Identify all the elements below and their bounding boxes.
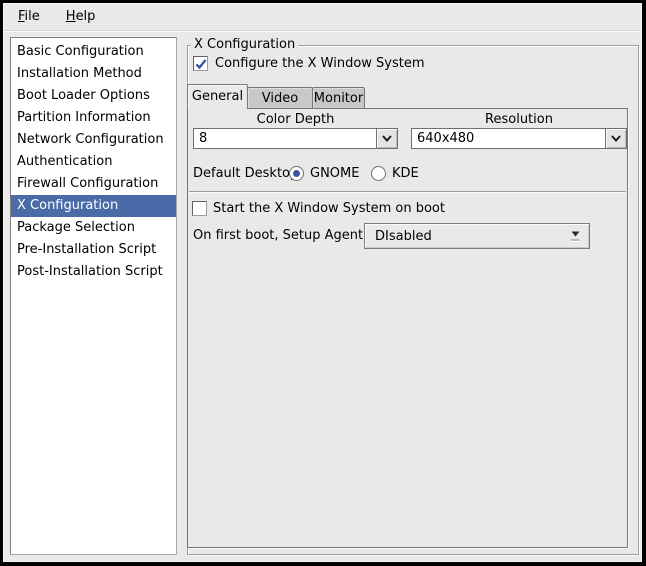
gnome-radio[interactable]: [289, 166, 304, 181]
menu-help-label: elp: [76, 9, 96, 24]
menu-help[interactable]: Help: [58, 6, 104, 27]
setup-agent-label: On first boot, Setup Agent is:: [193, 227, 382, 244]
chevron-down-icon: [382, 135, 392, 142]
menu-help-mnemonic: H: [66, 9, 76, 24]
resolution-label: Resolution: [411, 112, 627, 128]
color-depth-label: Color Depth: [193, 112, 398, 128]
menu-bar: File Help: [4, 3, 641, 31]
sidebar-item-authentication[interactable]: Authentication: [11, 151, 176, 173]
sidebar-item-basic-configuration[interactable]: Basic Configuration: [11, 41, 176, 63]
color-depth-dropdown-button[interactable]: [376, 128, 398, 149]
general-tab-page: Color Depth Resolution 8 640x480 Default…: [187, 108, 628, 548]
resolution-combo: 640x480: [411, 128, 627, 149]
color-depth-combo: 8: [193, 128, 398, 149]
tab-general[interactable]: General: [187, 84, 248, 109]
kde-radio[interactable]: [371, 166, 386, 181]
frame-title: X Configuration: [191, 37, 298, 53]
resolution-dropdown-button[interactable]: [605, 128, 627, 149]
configure-x-checkbox-label: Configure the X Window System: [215, 55, 425, 72]
sidebar-item-package-selection[interactable]: Package Selection: [11, 217, 176, 239]
kde-radio-label[interactable]: KDE: [392, 165, 419, 182]
sidebar-item-network-configuration[interactable]: Network Configuration: [11, 129, 176, 151]
sidebar-item-partition-information[interactable]: Partition Information: [11, 107, 176, 129]
sidebar-item-installation-method[interactable]: Installation Method: [11, 63, 176, 85]
sidebar-item-firewall-configuration[interactable]: Firewall Configuration: [11, 173, 176, 195]
sidebar-item-post-installation-script[interactable]: Post-Installation Script: [11, 261, 176, 283]
menu-file[interactable]: File: [10, 6, 48, 27]
tab-monitor[interactable]: Monitor: [312, 87, 365, 109]
menu-file-label: ile: [25, 9, 40, 24]
start-x-on-boot-label: Start the X Window System on boot: [213, 200, 445, 217]
chevron-down-icon: [611, 135, 621, 142]
gnome-radio-label[interactable]: GNOME: [310, 165, 359, 182]
checkmark-icon: [195, 59, 207, 70]
color-depth-value[interactable]: 8: [193, 128, 376, 149]
default-desktop-label: Default Desktop:: [193, 165, 303, 182]
configure-x-checkbox[interactable]: [193, 56, 208, 71]
section-list: Basic Configuration Installation Method …: [10, 37, 177, 555]
tab-video-card[interactable]: Video Card: [247, 87, 313, 109]
resolution-value[interactable]: 640x480: [411, 128, 605, 149]
separator: [189, 191, 626, 193]
sidebar-item-boot-loader-options[interactable]: Boot Loader Options: [11, 85, 176, 107]
setup-agent-value: DIsabled: [375, 229, 569, 244]
sidebar-item-pre-installation-script[interactable]: Pre-Installation Script: [11, 239, 176, 261]
setup-agent-option-menu[interactable]: DIsabled: [364, 223, 590, 249]
sidebar-item-x-configuration[interactable]: X Configuration: [11, 195, 176, 217]
option-menu-indicator-icon: [569, 231, 581, 241]
kickstart-configurator-window: File Help Basic Configuration Installati…: [0, 0, 646, 566]
start-x-on-boot-checkbox[interactable]: [192, 201, 207, 216]
